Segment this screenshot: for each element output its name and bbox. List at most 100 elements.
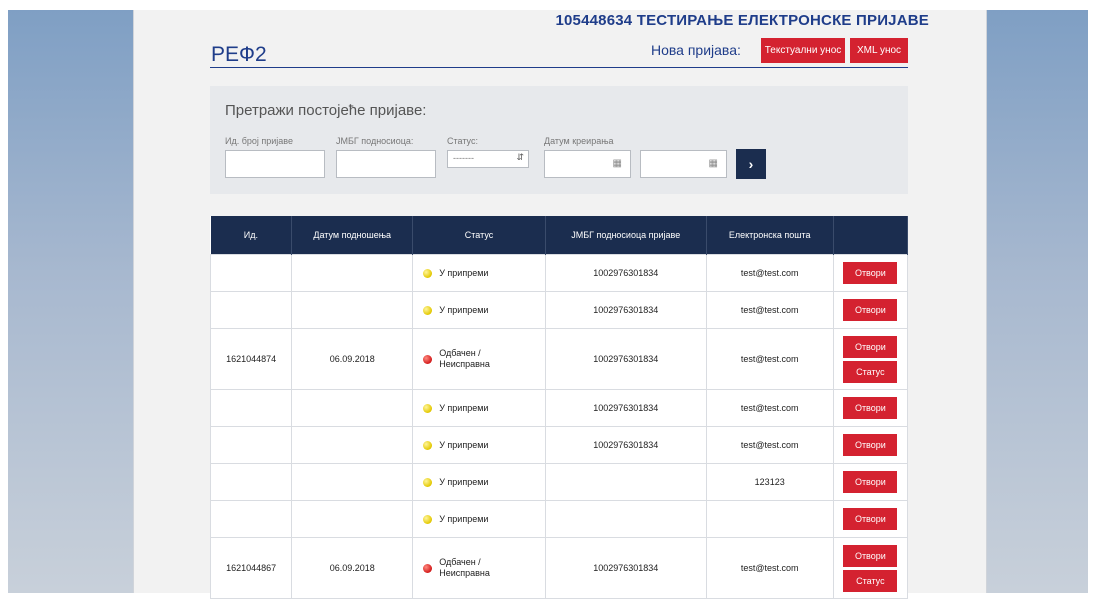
row-email: test@test.com: [705, 254, 834, 292]
xml-entry-button[interactable]: XML унос: [850, 38, 908, 63]
row-jmbg: 1002976301834: [544, 291, 707, 329]
ref-title: РЕФ2: [211, 43, 267, 66]
row-actions: Отвори: [832, 463, 909, 501]
calendar-icon[interactable]: ▦: [709, 158, 718, 169]
row-id: [209, 500, 293, 538]
jmbg-label: ЈМБГ подносиоца:: [336, 136, 414, 146]
table-header-row: Ид. Датум подношења Статус ЈМБГ подносио…: [210, 216, 909, 255]
row-date: [291, 500, 414, 538]
new-application-label: Нова пријава:: [651, 42, 741, 58]
table-row: У припреми 123123 Отвори: [209, 463, 909, 501]
table-row: У припреми Отвори: [209, 500, 909, 538]
row-date: [291, 291, 414, 329]
row-status-text: У припреми: [439, 439, 489, 450]
row-actions: Отвори Статус: [832, 537, 909, 599]
col-id-header: Ид.: [210, 216, 293, 255]
col-actions-header: [833, 216, 909, 255]
status-yellow-icon: [423, 440, 433, 450]
open-button[interactable]: Отвори: [843, 471, 898, 493]
status-yellow-icon: [423, 514, 433, 524]
row-date: 06.09.2018: [291, 328, 414, 390]
row-email: [705, 500, 834, 538]
id-label: Ид. број пријаве: [225, 136, 293, 146]
applications-table: Ид. Датум подношења Статус ЈМБГ подносио…: [209, 216, 909, 599]
row-date: 06.09.2018: [291, 537, 414, 599]
col-status-header: Статус: [412, 216, 546, 255]
row-jmbg: 1002976301834: [544, 254, 707, 292]
open-button[interactable]: Отвори: [843, 397, 898, 419]
row-status-text: У припреми: [439, 513, 489, 524]
row-id: [209, 463, 293, 501]
row-status-text: У припреми: [439, 476, 489, 487]
search-panel: Претражи постојеће пријаве: Ид. број при…: [210, 86, 908, 194]
open-button[interactable]: Отвори: [843, 508, 898, 530]
open-button[interactable]: Отвори: [843, 434, 898, 456]
row-email: 123123: [705, 463, 834, 501]
row-email: test@test.com: [705, 426, 834, 464]
status-button[interactable]: Статус: [843, 360, 898, 383]
row-actions: Отвори: [832, 254, 909, 292]
row-id: 1621044867: [209, 537, 293, 599]
status-yellow-icon: [423, 305, 433, 315]
row-date: [291, 389, 414, 427]
row-jmbg: 1002976301834: [544, 426, 707, 464]
table-row: У припреми 1002976301834 test@test.com О…: [209, 389, 909, 427]
row-status: У припреми: [412, 426, 546, 464]
table-row: У припреми 1002976301834 test@test.com О…: [209, 254, 909, 292]
row-id: 1621044874: [209, 328, 293, 390]
row-status-text: У припреми: [439, 402, 489, 413]
row-status: У припреми: [412, 500, 546, 538]
page-container: 105448634 ТЕСТИРАЊЕ ЕЛЕКТРОНСКЕ ПРИЈАВЕ …: [133, 10, 987, 599]
row-email: test@test.com: [705, 328, 834, 390]
table-row: 1621044874 06.09.2018 Одбачен / Неисправ…: [209, 328, 909, 390]
table-row: У припреми 1002976301834 test@test.com О…: [209, 426, 909, 464]
jmbg-input[interactable]: [336, 150, 436, 178]
row-actions: Отвори: [832, 500, 909, 538]
open-button[interactable]: Отвори: [843, 544, 898, 567]
row-status-text: Одбачен / Неисправна: [439, 348, 490, 369]
open-button[interactable]: Отвори: [843, 299, 898, 321]
status-red-icon: [423, 354, 433, 364]
page-header-title: 105448634 ТЕСТИРАЊЕ ЕЛЕКТРОНСКЕ ПРИЈАВЕ: [555, 12, 929, 29]
col-email-header: Електронска пошта: [706, 216, 834, 255]
search-title: Претражи постојеће пријаве:: [225, 102, 427, 119]
date-from-input[interactable]: ▦: [544, 150, 631, 178]
status-yellow-icon: [423, 268, 433, 278]
table-row: У припреми 1002976301834 test@test.com О…: [209, 291, 909, 329]
row-jmbg: 1002976301834: [544, 389, 707, 427]
header-divider: [210, 67, 908, 68]
status-label: Статус:: [447, 136, 478, 146]
table-row: 1621044867 06.09.2018 Одбачен / Неисправ…: [209, 537, 909, 599]
row-status-text: У припреми: [439, 267, 489, 278]
status-yellow-icon: [423, 403, 433, 413]
row-actions: Отвори: [832, 291, 909, 329]
col-jmbg-header: ЈМБГ подносиоца пријаве: [545, 216, 707, 255]
status-select-value: -------: [453, 153, 474, 163]
row-status: У припреми: [412, 463, 546, 501]
row-id: [209, 291, 293, 329]
text-entry-button[interactable]: Текстуални унос: [761, 38, 845, 63]
row-id: [209, 389, 293, 427]
status-select[interactable]: ------- ⇵: [447, 150, 529, 168]
row-status: У припреми: [412, 254, 546, 292]
row-date: [291, 463, 414, 501]
row-email: test@test.com: [705, 537, 834, 599]
row-status: У припреми: [412, 389, 546, 427]
calendar-icon[interactable]: ▦: [613, 158, 622, 169]
status-button[interactable]: Статус: [843, 569, 898, 592]
date-to-input[interactable]: ▦: [640, 150, 727, 178]
select-arrows-icon: ⇵: [516, 152, 524, 162]
row-jmbg: 1002976301834: [544, 537, 707, 599]
row-email: test@test.com: [705, 389, 834, 427]
row-status: Одбачен / Неисправна: [412, 537, 546, 599]
row-id: [209, 254, 293, 292]
row-status: У припреми: [412, 291, 546, 329]
row-date: [291, 426, 414, 464]
search-submit-button[interactable]: ›: [736, 149, 766, 179]
open-button[interactable]: Отвори: [843, 262, 898, 284]
col-date-header: Датум подношења: [291, 216, 414, 255]
row-status-text: Одбачен / Неисправна: [439, 557, 490, 578]
id-input[interactable]: [225, 150, 325, 178]
date-created-label: Датум креирања: [544, 136, 614, 146]
open-button[interactable]: Отвори: [843, 335, 898, 358]
